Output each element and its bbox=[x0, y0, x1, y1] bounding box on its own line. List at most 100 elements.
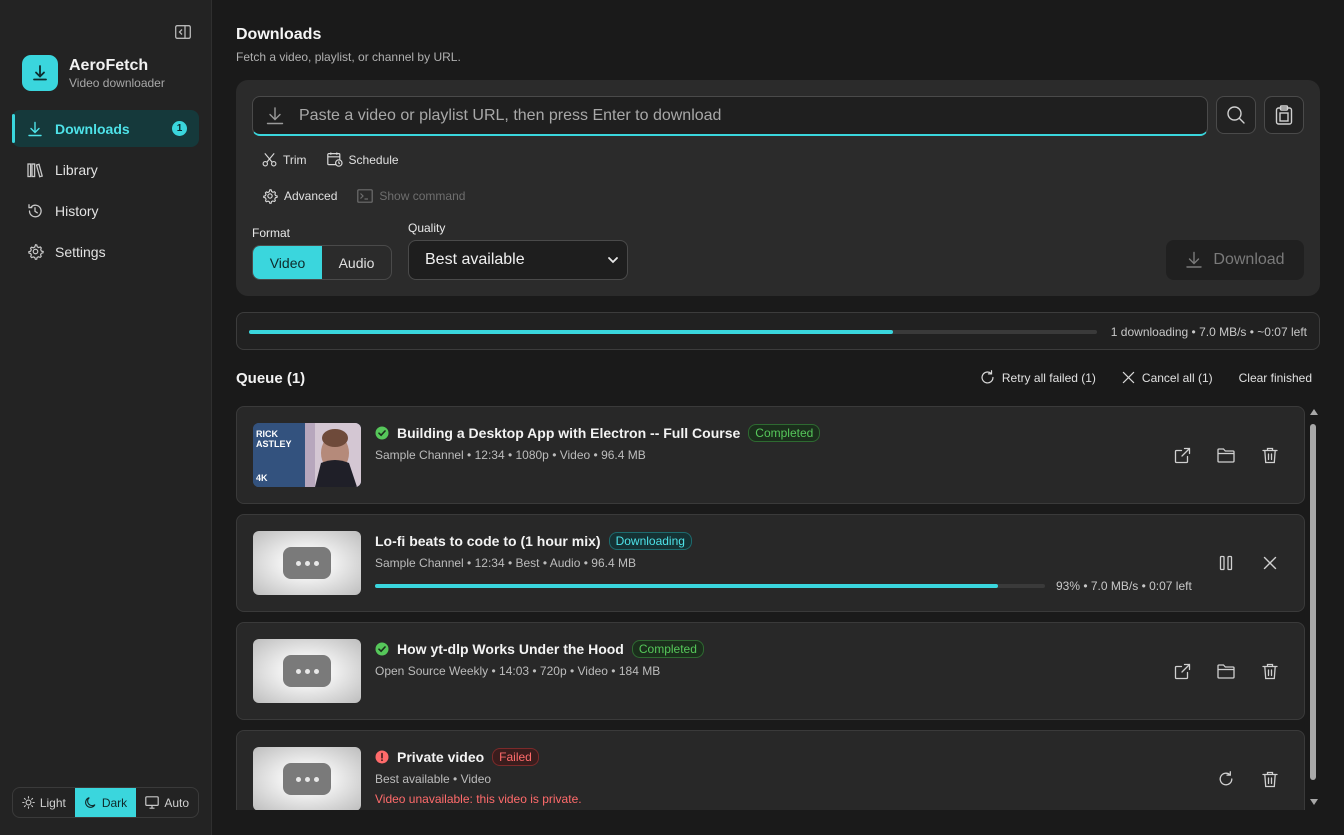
format-segmented-control: Video Audio bbox=[252, 245, 392, 280]
download-button[interactable]: Download bbox=[1166, 240, 1304, 280]
queue-item-actions bbox=[1216, 769, 1280, 789]
video-thumbnail-placeholder bbox=[253, 639, 361, 703]
url-input[interactable] bbox=[299, 106, 1179, 125]
status-badge: Failed bbox=[492, 748, 539, 766]
library-icon bbox=[26, 161, 44, 179]
video-thumbnail: RICK ASTLEY 4K bbox=[253, 423, 361, 487]
monitor-icon bbox=[145, 796, 160, 809]
queue-item-title: Building a Desktop App with Electron -- … bbox=[397, 425, 741, 441]
scroll-down-arrow-icon[interactable] bbox=[1309, 798, 1319, 806]
moon-icon bbox=[84, 797, 96, 808]
queue-title: Queue (1) bbox=[236, 370, 306, 387]
delete-button[interactable] bbox=[1260, 445, 1280, 465]
thumbnail-text: 4K bbox=[256, 473, 268, 483]
quality-label: Quality bbox=[408, 221, 446, 235]
sidebar-item-settings[interactable]: Settings bbox=[12, 233, 199, 270]
app-subtitle: Video downloader bbox=[69, 75, 165, 90]
queue-list: RICK ASTLEY 4K Building a Desktop App wi… bbox=[236, 406, 1306, 810]
retry-button[interactable] bbox=[1216, 769, 1236, 789]
queue-item-actions bbox=[1172, 661, 1280, 681]
terminal-icon bbox=[357, 189, 374, 203]
show-command-option[interactable]: Show command bbox=[357, 188, 465, 204]
show-command-label: Show command bbox=[379, 189, 466, 203]
overall-status-text: 1 downloading • 7.0 MB/s • ~0:07 left bbox=[1110, 325, 1307, 339]
quality-select[interactable]: Best available bbox=[408, 240, 628, 280]
app-name: AeroFetch bbox=[69, 56, 149, 74]
download-icon bbox=[22, 55, 58, 91]
format-audio-option[interactable]: Audio bbox=[322, 246, 391, 279]
scrollbar-thumb[interactable] bbox=[1310, 424, 1316, 780]
quality-value: Best available bbox=[425, 251, 525, 268]
sidebar-item-label: Downloads bbox=[55, 120, 130, 137]
item-progress-text: 93% • 7.0 MB/s • 0:07 left bbox=[1056, 579, 1192, 593]
advanced-option[interactable]: Advanced bbox=[262, 188, 337, 204]
thumbnail-image: RICK ASTLEY 4K bbox=[253, 423, 361, 487]
trash-icon bbox=[1262, 447, 1278, 463]
pause-button[interactable] bbox=[1216, 553, 1236, 573]
delete-button[interactable] bbox=[1260, 661, 1280, 681]
trim-option[interactable]: Trim bbox=[262, 152, 307, 167]
page-title: Downloads bbox=[236, 26, 322, 43]
trash-icon bbox=[1262, 771, 1278, 787]
theme-light-option[interactable]: Light bbox=[13, 788, 75, 817]
sidebar-item-library[interactable]: Library bbox=[12, 151, 199, 188]
queue-item-error: Video unavailable: this video is private… bbox=[375, 792, 582, 806]
check-circle-icon bbox=[375, 642, 389, 656]
clear-finished-button[interactable]: Clear finished bbox=[1239, 370, 1312, 385]
sidebar-nav: Downloads 1 Library History Settings bbox=[12, 110, 199, 274]
queue-item-title-row: Building a Desktop App with Electron -- … bbox=[375, 424, 821, 442]
theme-toggle: Light Dark Auto bbox=[12, 787, 199, 818]
downloads-count-badge: 1 bbox=[172, 121, 187, 136]
retry-all-label: Retry all failed (1) bbox=[1001, 370, 1096, 385]
queue-item-meta: Sample Channel • 12:34 • 1080p • Video •… bbox=[375, 448, 646, 462]
sidebar-item-downloads[interactable]: Downloads 1 bbox=[12, 110, 199, 147]
folder-icon bbox=[1217, 663, 1235, 679]
history-icon bbox=[26, 202, 44, 220]
check-circle-icon bbox=[375, 426, 389, 440]
cancel-all-button[interactable]: Cancel all (1) bbox=[1122, 370, 1213, 385]
open-folder-button[interactable] bbox=[1216, 445, 1236, 465]
trash-icon bbox=[1262, 663, 1278, 679]
retry-all-failed-button[interactable]: Retry all failed (1) bbox=[980, 370, 1096, 385]
theme-auto-option[interactable]: Auto bbox=[136, 788, 198, 817]
theme-dark-option[interactable]: Dark bbox=[74, 788, 137, 817]
status-badge: Downloading bbox=[608, 532, 692, 550]
download-icon bbox=[1186, 251, 1203, 268]
overall-progress-fill bbox=[249, 330, 894, 334]
queue-item-title-row: Private video Failed bbox=[375, 748, 539, 766]
queue-item-actions bbox=[1216, 553, 1280, 573]
paste-button[interactable] bbox=[1264, 96, 1304, 134]
sidebar-item-label: Library bbox=[55, 161, 98, 178]
search-button[interactable] bbox=[1216, 96, 1256, 134]
collapse-sidebar-icon[interactable] bbox=[172, 22, 194, 42]
external-link-icon bbox=[1174, 663, 1190, 679]
refresh-icon bbox=[1219, 771, 1233, 786]
trim-label: Trim bbox=[283, 152, 307, 167]
open-file-button[interactable] bbox=[1172, 445, 1192, 465]
delete-button[interactable] bbox=[1260, 769, 1280, 789]
calendar-clock-icon bbox=[326, 152, 343, 167]
thumbnail-text: RICK bbox=[256, 429, 278, 439]
placeholder-video-icon bbox=[283, 763, 331, 795]
scroll-up-arrow-icon[interactable] bbox=[1309, 408, 1319, 416]
sidebar-item-label: Settings bbox=[55, 243, 106, 260]
theme-dark-label: Dark bbox=[101, 795, 128, 810]
queue-actions: Retry all failed (1) Cancel all (1) Clea… bbox=[980, 370, 1312, 385]
open-folder-button[interactable] bbox=[1216, 661, 1236, 681]
format-video-option[interactable]: Video bbox=[253, 246, 322, 279]
schedule-option[interactable]: Schedule bbox=[326, 152, 399, 167]
queue-scrollbar[interactable] bbox=[1308, 406, 1320, 810]
url-field bbox=[252, 96, 1208, 136]
queue-item: Lo-fi beats to code to (1 hour mix) Down… bbox=[236, 514, 1305, 612]
gear-icon bbox=[263, 189, 278, 204]
folder-icon bbox=[1217, 447, 1235, 463]
clear-finished-label: Clear finished bbox=[1238, 370, 1312, 385]
placeholder-video-icon bbox=[283, 655, 331, 687]
thumbnail-text: ASTLEY bbox=[256, 439, 292, 449]
cancel-button[interactable] bbox=[1260, 553, 1280, 573]
open-file-button[interactable] bbox=[1172, 661, 1192, 681]
sidebar-item-history[interactable]: History bbox=[12, 192, 199, 229]
queue-item: Private video Failed Best available • Vi… bbox=[236, 730, 1305, 810]
theme-auto-label: Auto bbox=[164, 795, 190, 810]
external-link-icon bbox=[1174, 447, 1190, 463]
